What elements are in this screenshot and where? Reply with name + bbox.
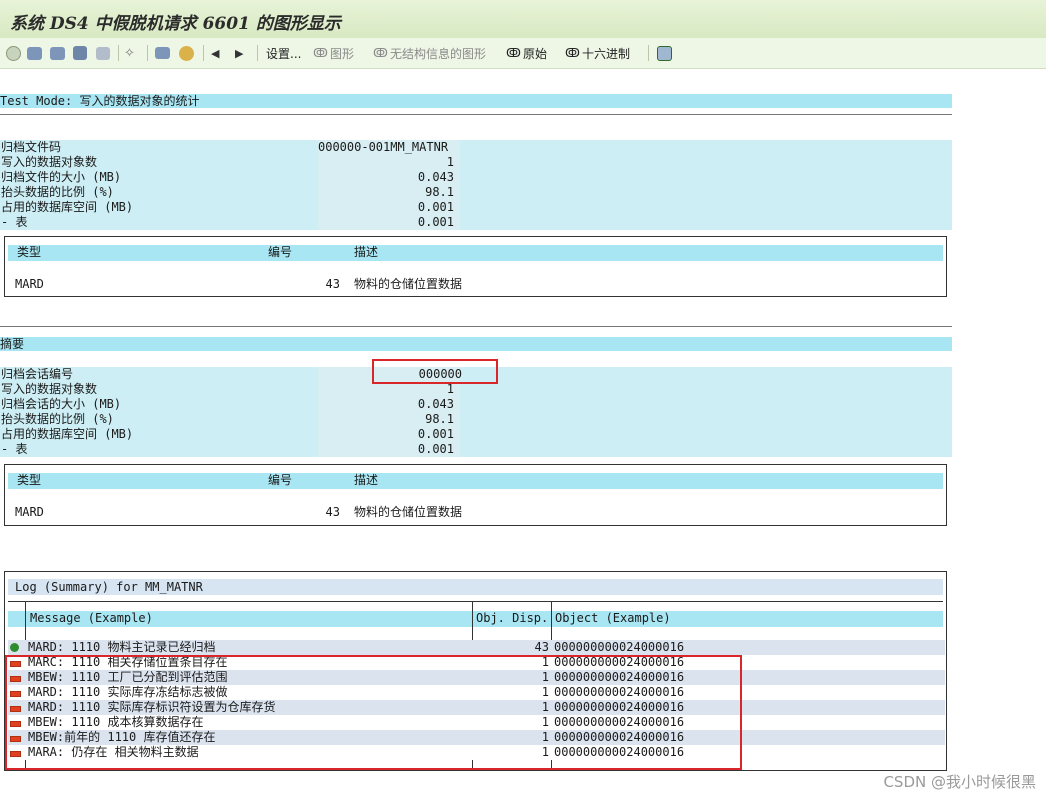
toolbar-separator [147,45,148,61]
divider [0,114,952,115]
raw-label: 原始 [522,46,547,61]
stat-value: 1 [446,382,454,396]
stat-label: 写入的数据对象数 [1,382,98,396]
hex-button[interactable]: ↂ 十六进制 [565,44,630,62]
log-title: Log (Summary) for MM_MATNR [15,580,203,594]
stat-label: 归档文件的大小 (MB) [1,170,122,184]
delete-icon[interactable] [73,44,87,62]
column-header-desc: 描述 [354,245,379,259]
stat-label: 占用的数据库空间 (MB) [1,200,134,214]
stat-value: 98.1 [425,185,454,199]
graphics-label: 图形 [329,46,354,61]
stat-value: 1 [446,155,454,169]
title-bar: 系统 DS4 中假脱机请求 6601 的图形显示 [0,0,1046,39]
stat-label: 归档会话编号 [1,367,74,381]
graphics-icon: ↂ [313,46,328,60]
log-message: MARD: 1110 物料主记录已经归档 [28,640,216,654]
column-header-object: Object (Example) [555,611,671,625]
log-title-divider [8,601,943,602]
export-icon[interactable] [657,44,672,62]
object-type-table: 类型 编号 描述 MARD 43 物料的仓储位置数据 [4,464,947,526]
section-title: 摘要 [0,337,25,351]
column-header-desc: 描述 [354,473,379,487]
raw-button[interactable]: ↂ 原始 [506,44,547,62]
table-header [8,245,943,261]
printer-icon[interactable] [96,44,110,62]
window-title: 系统 DS4 中假脱机请求 6601 的图形显示 [10,14,341,34]
table-header [8,473,943,489]
highlight-box [372,359,498,384]
stat-label: 写入的数据对象数 [1,155,98,169]
divider [0,326,952,327]
section-header: 摘要 [0,337,952,351]
graphics-button[interactable]: ↂ 图形 [313,44,354,62]
success-icon [10,643,19,652]
refresh-icon[interactable] [6,44,21,62]
graphic-icon[interactable]: ✧ [124,44,135,62]
highlight-box [5,655,742,770]
unstructured-label: 无结构信息的图形 [389,46,486,61]
toolbar-separator [118,45,119,61]
stat-label: 占用的数据库空间 (MB) [1,427,134,441]
cell-type: MARD [15,505,44,519]
cell-desc: 物料的仓储位置数据 [354,505,463,519]
unstructured-graphics-button[interactable]: ↂ 无结构信息的图形 [373,44,486,62]
column-header-message: Message (Example) [30,611,153,625]
log-object: 000000000024000016 [554,640,685,654]
stat-value: 000000-001MM_MATNR [318,140,449,154]
cell-desc: 物料的仓储位置数据 [354,277,463,291]
settings-label: 设置... [266,46,302,61]
settings-button[interactable]: 设置... [266,44,301,62]
stat-label: 抬头数据的比例 (%) [1,185,114,199]
stat-label: 归档会话的大小 (MB) [1,397,122,411]
stat-value: 0.043 [417,397,454,411]
user-icon[interactable] [179,44,194,62]
find-icon[interactable] [155,44,170,62]
object-type-table: 类型 编号 描述 MARD 43 物料的仓储位置数据 [4,236,947,297]
stat-value: 0.043 [417,170,454,184]
stat-label: - 表 [1,442,28,456]
column-header-count: Obj. Disp. [476,611,549,625]
stat-label: 归档文件码 [1,140,62,154]
toolbar: ✧ ◀ ▶ 设置... ↂ 图形 ↂ 无结构信息的图形 ↂ 原始 ↂ 十六进制 [0,38,1046,69]
next-page-icon[interactable]: ▶ [235,44,243,62]
print-preview-icon[interactable] [50,44,65,62]
column-header-type: 类型 [17,473,42,487]
stat-label: - 表 [1,215,28,229]
hex-icon: ↂ [565,46,580,60]
log-count: 43 [534,640,549,654]
stat-value: 0.001 [417,427,454,441]
stat-value: 98.1 [425,412,454,426]
unstructured-icon: ↂ [373,46,388,60]
cell-number: 43 [325,277,340,291]
column-header-number: 编号 [268,245,293,259]
print-icon[interactable] [27,44,42,62]
table-row[interactable]: MARD: 1110 物料主记录已经归档 43 0000000000240000… [8,640,945,655]
toolbar-separator [648,45,649,61]
cell-number: 43 [325,505,340,519]
column-header-number: 编号 [268,473,293,487]
column-header-type: 类型 [17,245,42,259]
raw-icon: ↂ [506,46,521,60]
hex-label: 十六进制 [581,46,630,61]
section-title: Test Mode: 写入的数据对象的统计 [0,94,200,108]
watermark: CSDN @我小时候很黑 [883,773,1036,791]
stat-value: 0.001 [417,442,454,456]
stat-value: 0.001 [417,200,454,214]
toolbar-separator [203,45,204,61]
stats-block [0,140,952,230]
stat-value: 0.001 [417,215,454,229]
cell-type: MARD [15,277,44,291]
stat-label: 抬头数据的比例 (%) [1,412,114,426]
toolbar-separator [257,45,258,61]
section-header: Test Mode: 写入的数据对象的统计 [0,94,952,108]
prev-page-icon[interactable]: ◀ [211,44,219,62]
